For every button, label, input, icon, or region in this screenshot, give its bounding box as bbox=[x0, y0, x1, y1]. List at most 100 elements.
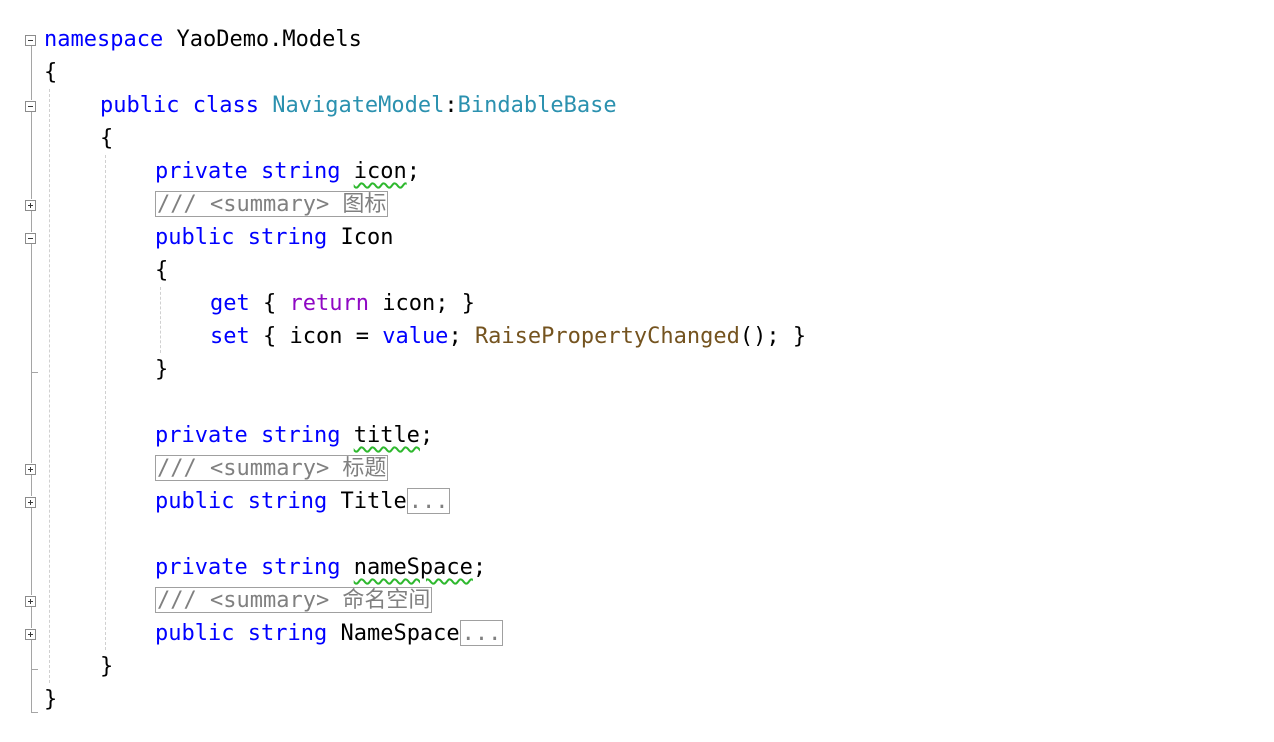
code-line[interactable]: } bbox=[0, 683, 1274, 716]
code-line[interactable] bbox=[0, 386, 1274, 419]
code-token: { bbox=[44, 60, 58, 85]
keyword-token: get bbox=[210, 291, 250, 316]
code-line-text: } bbox=[44, 683, 57, 716]
code-line-text: } bbox=[155, 353, 168, 386]
keyword-token: value bbox=[382, 324, 449, 349]
code-token: ; bbox=[406, 159, 420, 184]
code-line-text: public string Title... bbox=[155, 485, 451, 518]
keyword-token: string bbox=[260, 423, 341, 448]
code-line-text: public string NameSpace... bbox=[155, 617, 504, 650]
code-line-text: private string icon; bbox=[155, 155, 420, 188]
code-token: : bbox=[444, 93, 458, 118]
code-token: { bbox=[249, 291, 290, 316]
code-line-text: private string nameSpace; bbox=[155, 551, 486, 584]
code-line[interactable]: } bbox=[0, 353, 1274, 386]
keyword-token: string bbox=[260, 159, 341, 184]
code-line-text: private string title; bbox=[155, 419, 433, 452]
code-line[interactable]: set { icon = value; RaisePropertyChanged… bbox=[0, 320, 1274, 353]
code-token: icon; } bbox=[368, 291, 475, 316]
code-token: (); } bbox=[739, 324, 807, 349]
code-token: ; bbox=[419, 423, 434, 448]
code-token: ; bbox=[472, 555, 487, 580]
code-line-text: } bbox=[100, 650, 113, 683]
keyword-token: public bbox=[100, 93, 180, 118]
code-line-text: /// <summary> 命名空间 bbox=[155, 584, 433, 617]
collapsed-comment-box[interactable]: /// <summary> 标题 bbox=[155, 455, 389, 481]
keyword-token: string bbox=[247, 621, 328, 646]
code-line[interactable]: /// <summary> 图标 bbox=[0, 188, 1274, 221]
keyword-token: namespace bbox=[44, 27, 164, 52]
code-line[interactable]: /// <summary> 标题 bbox=[0, 452, 1274, 485]
keyword-token: public bbox=[155, 225, 235, 250]
keyword-token: public bbox=[155, 621, 235, 646]
code-line[interactable]: public string NameSpace... bbox=[0, 617, 1274, 650]
code-line-text: /// <summary> 标题 bbox=[155, 452, 389, 485]
type-token: BindableBase bbox=[457, 93, 617, 118]
code-line[interactable]: public string Icon bbox=[0, 221, 1274, 254]
warning-squiggle-token: icon bbox=[353, 159, 407, 184]
code-editor[interactable]: namespace YaoDemo.Models { public class Na… bbox=[0, 0, 1274, 742]
control-keyword-token: return bbox=[289, 291, 369, 316]
code-line-text: public string Icon bbox=[155, 221, 393, 254]
keyword-token: private bbox=[155, 555, 248, 580]
code-line[interactable]: { bbox=[0, 122, 1274, 155]
code-line-text: public class NavigateModel:BindableBase bbox=[100, 89, 617, 122]
code-line[interactable]: private string nameSpace; bbox=[0, 551, 1274, 584]
code-line-text: { bbox=[100, 122, 113, 155]
method-token: RaisePropertyChanged bbox=[474, 324, 740, 349]
keyword-token: public bbox=[155, 489, 235, 514]
code-line[interactable]: /// <summary> 命名空间 bbox=[0, 584, 1274, 617]
keyword-token: class bbox=[192, 93, 259, 118]
code-line-text: { bbox=[155, 254, 168, 287]
code-token: } bbox=[155, 357, 169, 382]
warning-squiggle-token: title bbox=[353, 423, 420, 448]
code-line[interactable]: { bbox=[0, 56, 1274, 89]
code-token: Title bbox=[327, 489, 407, 514]
code-line-text: get { return icon; } bbox=[210, 287, 475, 320]
code-token: NameSpace bbox=[327, 621, 460, 646]
code-line-text: /// <summary> 图标 bbox=[155, 188, 389, 221]
keyword-token: string bbox=[247, 489, 328, 514]
code-line-text: namespace YaoDemo.Models bbox=[44, 23, 362, 56]
code-token: { bbox=[100, 126, 114, 151]
keyword-token: string bbox=[260, 555, 341, 580]
code-token: YaoDemo.Models bbox=[163, 27, 362, 52]
code-line[interactable]: } bbox=[0, 650, 1274, 683]
code-line[interactable]: private string icon; bbox=[0, 155, 1274, 188]
code-line[interactable]: { bbox=[0, 254, 1274, 287]
code-line[interactable]: public class NavigateModel:BindableBase bbox=[0, 89, 1274, 122]
code-line[interactable]: namespace YaoDemo.Models bbox=[0, 23, 1274, 56]
code-line[interactable] bbox=[0, 518, 1274, 551]
collapsed-region-ellipsis[interactable]: ... bbox=[459, 620, 504, 646]
code-token: ; bbox=[448, 324, 475, 349]
code-line[interactable]: public string Title... bbox=[0, 485, 1274, 518]
keyword-token: set bbox=[210, 324, 250, 349]
code-token: { bbox=[155, 258, 169, 283]
code-line-text: set { icon = value; RaisePropertyChanged… bbox=[210, 320, 806, 353]
code-token: { icon = bbox=[249, 324, 383, 349]
code-token: Icon bbox=[327, 225, 394, 250]
code-line[interactable]: get { return icon; } bbox=[0, 287, 1274, 320]
keyword-token: string bbox=[247, 225, 328, 250]
collapsed-comment-box[interactable]: /// <summary> 命名空间 bbox=[155, 587, 433, 613]
warning-squiggle-token: nameSpace bbox=[353, 555, 473, 580]
code-line[interactable]: private string title; bbox=[0, 419, 1274, 452]
keyword-token: private bbox=[155, 423, 248, 448]
code-token: } bbox=[100, 654, 114, 679]
code-line-text: { bbox=[44, 56, 57, 89]
code-token: } bbox=[44, 687, 58, 712]
collapsed-region-ellipsis[interactable]: ... bbox=[406, 488, 451, 514]
collapsed-comment-box[interactable]: /// <summary> 图标 bbox=[155, 191, 389, 217]
keyword-token: private bbox=[155, 159, 248, 184]
type-token: NavigateModel bbox=[272, 93, 445, 118]
